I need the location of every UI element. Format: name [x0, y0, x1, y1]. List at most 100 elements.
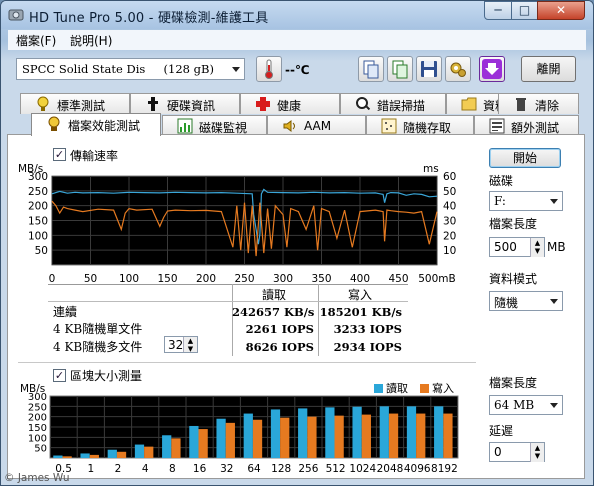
write-bar — [334, 415, 344, 458]
tab-aam[interactable]: AAM — [267, 115, 366, 136]
data-mode-select[interactable]: 隨機 — [489, 291, 563, 311]
x-tick-label: 16 — [193, 463, 207, 475]
block-file-length-value: 64 MB — [494, 398, 535, 412]
disk-label: 磁碟 — [489, 174, 514, 188]
random-access-icon — [381, 118, 397, 134]
drive-select[interactable]: SPCC Solid State Dis (128 gB) — [16, 58, 245, 80]
y2-axis-label: ms — [423, 163, 439, 175]
menu-help[interactable]: 說明(H) — [70, 32, 112, 49]
write-bar — [307, 416, 317, 458]
block-file-length-select[interactable]: 64 MB — [489, 395, 563, 415]
transfer-rate-checkbox[interactable]: ✓ — [53, 148, 66, 161]
y2-tick-label: 10 — [443, 245, 456, 257]
chevron-down-icon — [550, 403, 558, 408]
stepper-arrows-icon[interactable]: ▲ ▼ — [530, 238, 544, 257]
copy-icon — [363, 60, 379, 79]
legend-swatch — [420, 384, 429, 393]
read-bar — [325, 407, 335, 458]
row-sequential-write: 185201 KB/s — [319, 305, 402, 319]
exit-button[interactable]: 離開 — [521, 56, 576, 82]
row-sequential-label: 連續 — [53, 305, 78, 319]
tab-info[interactable]: 硬碟資訊 — [130, 93, 240, 114]
y-tick-label: 50 — [34, 444, 47, 455]
delay-label: 延遲 — [489, 424, 514, 438]
y-tick-label: 200 — [28, 201, 48, 213]
chevron-down-icon — [550, 299, 558, 304]
floppy-disk-icon — [421, 61, 437, 77]
y-tick-label: 150 — [28, 216, 48, 228]
x-tick-label: 64 — [247, 463, 261, 475]
y2-tick-label: 50 — [443, 186, 456, 198]
file-benchmark-icon — [48, 116, 60, 131]
menu-file[interactable]: 檔案(F) — [16, 32, 56, 49]
x-tick-label: 500mB — [418, 273, 455, 285]
save-button[interactable] — [416, 56, 442, 82]
tab-file-benchmark-label: 檔案效能測試 — [68, 119, 141, 133]
legend-swatch — [374, 384, 383, 393]
y2-tick-label: 40 — [443, 201, 456, 213]
temperature-button[interactable] — [256, 56, 282, 82]
tab-health-label: 健康 — [277, 99, 302, 113]
tab-aam-label: AAM — [304, 119, 332, 133]
write-bar — [252, 419, 263, 458]
options-button[interactable] — [445, 56, 471, 82]
chevron-down-icon — [232, 67, 240, 72]
stepper-arrows-icon[interactable]: ▲ ▼ — [530, 443, 544, 462]
copy-screen-button[interactable] — [387, 56, 413, 82]
download-button[interactable] — [479, 56, 505, 82]
tab-erase-label: 清除 — [535, 99, 560, 113]
maximize-button[interactable]: □ — [511, 1, 538, 20]
tab-benchmark[interactable]: 標準測試 — [20, 93, 130, 114]
start-button[interactable]: 開始 — [489, 148, 561, 168]
read-bar — [80, 453, 90, 458]
queue-depth-stepper[interactable]: 32 ▲ ▼ — [164, 336, 198, 353]
copy-info-button[interactable] — [358, 56, 384, 82]
tab-info-label: 硬碟資訊 — [167, 99, 216, 113]
folder-icon — [461, 97, 477, 111]
copyright-text: © James Wu — [4, 472, 70, 484]
copy-screen-icon — [392, 60, 408, 79]
file-length-value: 500 — [494, 240, 517, 254]
title-bar[interactable]: HD Tune Pro 5.00 - 硬碟檢測-維護工具 ─ □ ✕ — [1, 1, 593, 29]
disk-select[interactable]: F: — [489, 191, 563, 211]
tab-error-scan[interactable]: 錯誤掃描 — [340, 93, 446, 114]
write-bar — [89, 454, 99, 458]
y-tick-label: 100 — [28, 230, 48, 242]
write-bar — [116, 451, 127, 458]
x-tick-label: 1 — [87, 463, 94, 475]
row-4k-single-label: 4 KB隨機單文件 — [53, 322, 143, 336]
tab-erase-visible[interactable]: 清除 — [498, 93, 579, 114]
header-write: 寫入 — [348, 288, 373, 302]
y2-tick-label: 20 — [443, 230, 456, 242]
drive-select-value: SPCC Solid State Dis (128 gB) — [22, 62, 214, 76]
read-bar — [134, 444, 145, 458]
read-bar — [298, 408, 308, 458]
window-title: HD Tune Pro 5.00 - 硬碟檢測-維護工具 — [29, 11, 269, 26]
row-4k-single-write: 3233 IOPS — [333, 322, 402, 336]
benchmark-icon — [37, 96, 49, 111]
tab-random-access[interactable]: 隨機存取 — [366, 115, 474, 136]
row-sequential-read: 242657 KB/s — [232, 305, 315, 319]
tab-file-benchmark[interactable]: 檔案效能測試 — [31, 113, 161, 136]
stepper-arrows-icon[interactable]: ▲ ▼ — [183, 337, 197, 353]
minimize-button[interactable]: ─ — [484, 1, 512, 20]
data-mode-label: 資料模式 — [489, 272, 538, 286]
read-bar — [107, 449, 117, 458]
app-icon — [8, 9, 24, 21]
transfer-rate-chart: MB/s ms300250200150100506050403020100 50 10… — [18, 163, 456, 285]
delay-stepper[interactable]: 0 ▲ ▼ — [489, 442, 545, 462]
close-button[interactable]: ✕ — [537, 1, 585, 20]
info-icon — [148, 97, 158, 111]
read-bar — [189, 425, 199, 458]
tab-disk-monitor[interactable]: 磁碟監視 — [162, 115, 267, 136]
tab-health[interactable]: 健康 — [240, 93, 340, 114]
read-bar — [352, 406, 362, 458]
chevron-down-icon — [550, 199, 558, 204]
x-tick-label: 4 — [142, 463, 149, 475]
thermometer-icon — [265, 59, 273, 79]
tab-extra-tests[interactable]: 額外測試 — [474, 115, 579, 136]
legend-label: 寫入 — [432, 381, 454, 395]
tab-benchmark-label: 標準測試 — [57, 99, 106, 113]
trash-icon — [516, 98, 526, 111]
file-length-stepper[interactable]: 500 ▲ ▼ — [489, 237, 545, 257]
